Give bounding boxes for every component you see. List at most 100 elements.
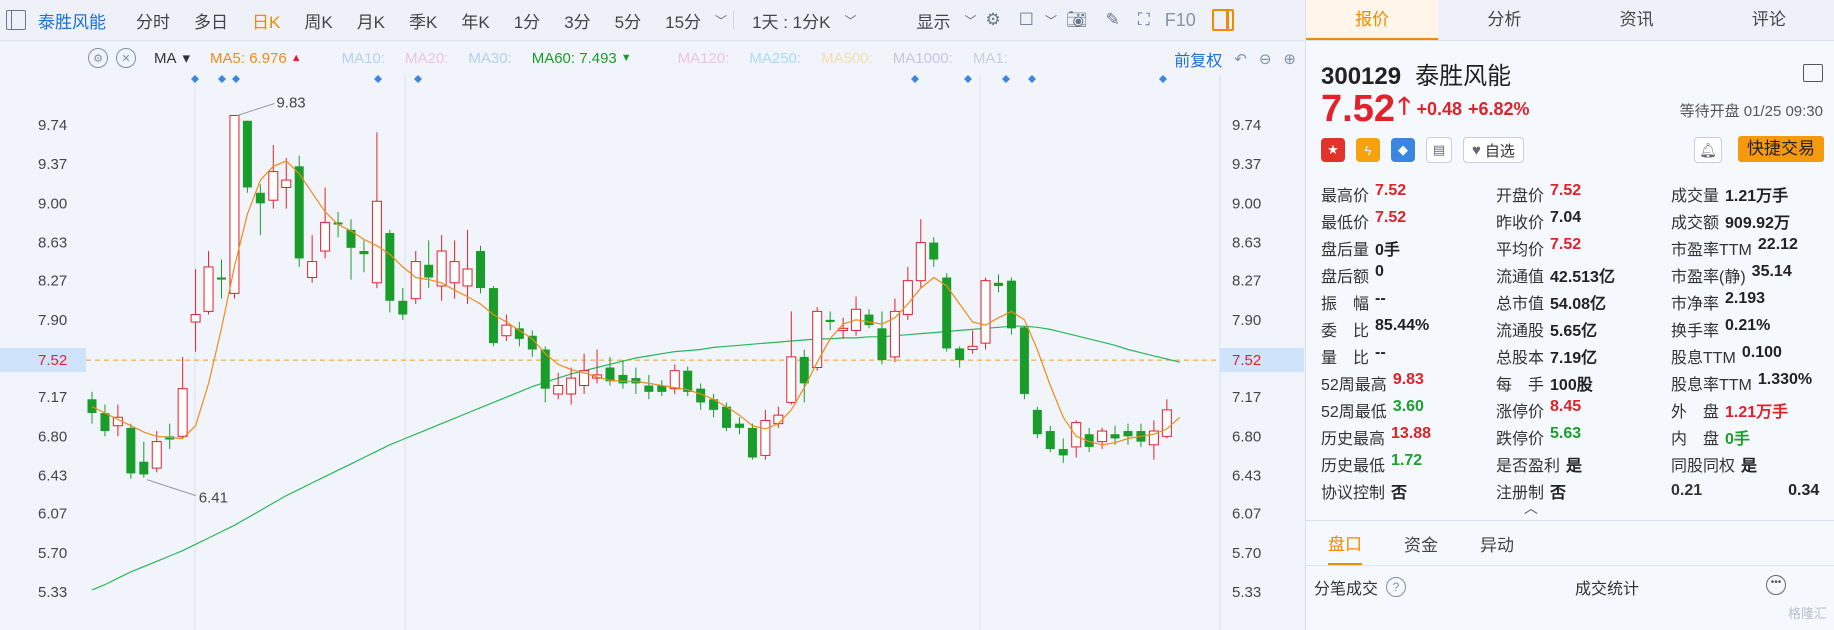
y-tick-label-right: 6.43 <box>1232 468 1261 485</box>
f10-button[interactable]: F10 <box>1165 10 1196 31</box>
add-watchlist-button[interactable]: ♥ 自选 <box>1463 137 1524 163</box>
candle-body <box>1045 431 1055 450</box>
chevron-down-icon[interactable]: ﹀ <box>715 12 727 29</box>
tab-analysis[interactable]: 分析 <box>1438 0 1570 40</box>
quote-cell: 外 盘 1.21万手 <box>1671 398 1831 422</box>
y-tick-label-right: 8.63 <box>1232 235 1261 252</box>
candle-body <box>825 319 835 322</box>
quote-label: 市净率 <box>1671 295 1720 313</box>
ma10-label: MA10: <box>341 49 385 67</box>
candle-body <box>1019 327 1029 394</box>
bottom-tabs: 盘口 资金 异动 <box>1306 520 1834 566</box>
adjust-selector[interactable]: 前复权 <box>1174 47 1222 71</box>
quote-value: 是 <box>1741 457 1758 475</box>
quote-cell: 平均价 7.52 <box>1496 236 1671 260</box>
tab-anomaly[interactable]: 异动 <box>1480 523 1514 564</box>
tab-comments[interactable]: 评论 <box>1703 0 1834 40</box>
settings-gear-icon[interactable]: ⚙ <box>986 10 1001 30</box>
collapse-caret-icon[interactable]: ︿ <box>1524 498 1538 518</box>
kline-chart-area[interactable]: ⚙ ✕ MA ▾ MA5: 6.976 ▲ MA10: MA20: MA30: … <box>0 41 1304 630</box>
event-marker <box>414 75 422 83</box>
period-tab[interactable]: 多日 <box>194 8 228 33</box>
candle-body <box>669 370 680 390</box>
candle-body <box>540 349 550 389</box>
quote-grid: 最高价 7.52 开盘价 7.52 成交量 1.21万手 最低价 7.52 昨收价 7.04 成交额… <box>1321 180 1831 504</box>
panel-toggle-icon[interactable] <box>6 10 26 30</box>
fullscreen-icon[interactable]: ⛶ <box>1138 10 1150 30</box>
candle-body <box>151 441 162 469</box>
candle-body <box>462 268 473 287</box>
y-tick-label-left: 9.00 <box>38 195 67 212</box>
candle-body <box>190 314 201 323</box>
quote-label: 内 盘 <box>1671 430 1720 448</box>
period-tab[interactable]: 分时 <box>136 8 170 33</box>
period-tab-active[interactable]: 日K <box>252 8 280 33</box>
quote-value: 0.21% <box>1725 316 1771 334</box>
quote-value: 1.21万手 <box>1725 187 1789 205</box>
stock-name[interactable]: 泰胜风能 <box>38 8 106 33</box>
tab-news[interactable]: 资讯 <box>1571 0 1703 40</box>
range-selector[interactable]: 1天 : 1分K <box>752 8 830 33</box>
candle-body <box>786 356 797 403</box>
candle-body <box>760 419 771 456</box>
y-tick-label-left: 8.27 <box>38 273 67 290</box>
display-menu[interactable]: 显示 <box>917 8 951 33</box>
period-tab[interactable]: 1分 <box>514 8 540 33</box>
stats-label[interactable]: 成交统计 <box>1575 575 1639 599</box>
help-icon[interactable]: ? <box>1386 577 1407 597</box>
camera-icon[interactable]: 📷︎ <box>1066 10 1088 30</box>
period-tab[interactable]: 15分 <box>665 8 701 33</box>
bookmark-icon[interactable]: ▤ <box>1426 137 1452 163</box>
more-icon[interactable]: ••• <box>1766 575 1786 595</box>
quick-trade-button[interactable]: 快捷交易 <box>1738 136 1824 162</box>
period-tab[interactable]: 年K <box>461 8 489 33</box>
lightning-icon[interactable]: ϟ <box>1356 138 1380 162</box>
zoom-in-icon[interactable]: ⊕ <box>1283 50 1296 68</box>
y-tick-label-right: 7.17 <box>1232 389 1261 406</box>
chevron-down-icon[interactable]: ﹀ <box>965 12 977 29</box>
candle-body <box>747 427 757 458</box>
indicator-type[interactable]: MA <box>154 50 177 67</box>
period-tab[interactable]: 3分 <box>564 8 590 33</box>
settings-icon[interactable]: ⚙ <box>88 48 108 68</box>
square-layout-icon[interactable]: ☐ <box>1019 10 1034 30</box>
up-arrow-icon: ▲ <box>290 52 302 64</box>
chevron-down-icon[interactable]: ▾ <box>183 49 191 67</box>
candle-body <box>942 277 952 349</box>
period-tab[interactable]: 周K <box>304 8 332 33</box>
china-flag-icon[interactable]: ★ <box>1321 138 1345 162</box>
period-tab[interactable]: 月K <box>357 8 385 33</box>
tab-funds[interactable]: 资金 <box>1404 523 1438 564</box>
zoom-out-icon[interactable]: ⊖ <box>1259 50 1272 68</box>
tab-quote[interactable]: 报价 <box>1306 0 1439 40</box>
y-tick-label-left: 9.74 <box>38 117 67 134</box>
candle-body <box>242 120 252 188</box>
layout-icon[interactable] <box>1803 64 1823 82</box>
bell-icon[interactable]: 🔔︎ <box>1694 137 1722 163</box>
y-tick-label-right: 9.00 <box>1232 195 1261 212</box>
sidebar-toggle-icon[interactable] <box>1211 9 1234 31</box>
quote-value: -- <box>1375 289 1386 307</box>
tag-icon[interactable]: ◆ <box>1391 138 1415 162</box>
candle-body <box>553 385 564 395</box>
candlestick-chart[interactable]: 9.74 9.74 9.37 9.37 9.00 9.00 8.63 8.63 8.27 8.27… <box>0 75 1304 630</box>
tab-orderbook[interactable]: 盘口 <box>1328 522 1362 565</box>
candle-body <box>877 328 887 361</box>
quote-cell: 市盈率TTM 22.12 <box>1671 236 1831 260</box>
chevron-down-icon[interactable]: ﹀ <box>844 12 856 29</box>
quote-label: 开盘价 <box>1496 187 1545 205</box>
chevron-down-icon[interactable]: ﹀ <box>1045 12 1057 29</box>
y-tick-label-left: 7.90 <box>38 312 67 329</box>
period-tab[interactable]: 季K <box>409 8 437 33</box>
close-icon[interactable]: ✕ <box>116 48 136 68</box>
quote-label: 平均价 <box>1496 241 1545 259</box>
quote-row: 历史最高 13.88 跌停价 5.63 内 盘 0手 <box>1321 423 1831 450</box>
quote-cell: 是否盈利是 <box>1496 452 1671 476</box>
quote-value: 1.330% <box>1757 370 1813 388</box>
quote-value: 7.04 <box>1550 208 1582 226</box>
pen-icon[interactable]: ✎ <box>1106 10 1120 30</box>
undo-icon[interactable]: ↶ <box>1234 50 1247 68</box>
period-tab[interactable]: 5分 <box>615 8 641 33</box>
event-marker <box>964 75 972 83</box>
y-tick-label-left: 7.17 <box>38 389 67 406</box>
